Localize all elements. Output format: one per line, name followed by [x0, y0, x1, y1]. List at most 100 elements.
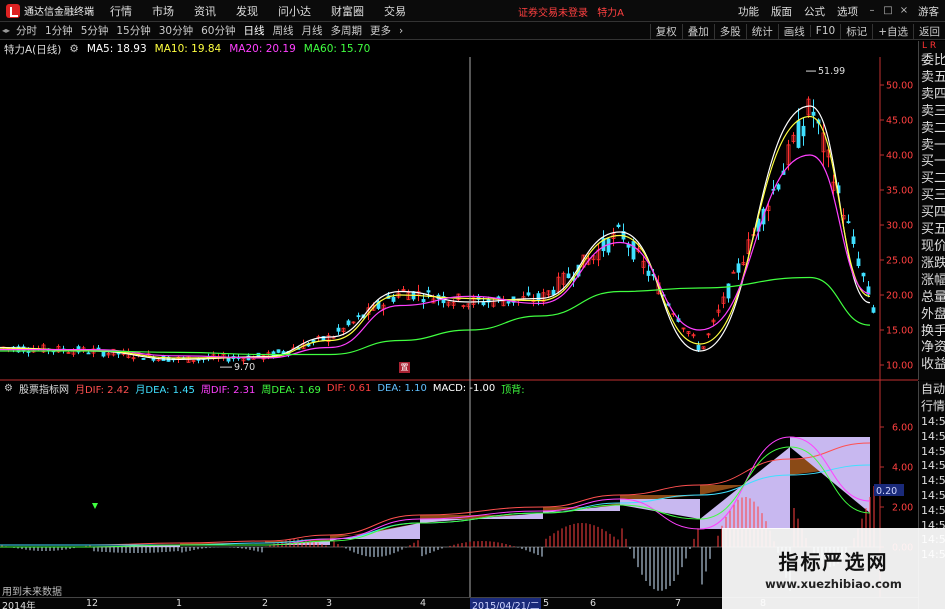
tf-daily[interactable]: 日线 [240, 23, 269, 38]
tick-time: 14:56 [921, 488, 945, 502]
minimize-icon[interactable]: – [864, 4, 880, 18]
side-quote-item[interactable]: 现价 [919, 239, 945, 256]
side-quote-item[interactable]: 卖四 [919, 87, 945, 104]
axis-label: 2014年 [2, 601, 36, 609]
tf-multi[interactable]: 多周期 [327, 23, 367, 38]
side-quote-item[interactable]: 外盘 [919, 307, 945, 324]
side-quote-item[interactable]: 买五 [919, 222, 945, 239]
tf-intraday[interactable]: 分时 [12, 23, 41, 38]
candle-body [696, 344, 701, 351]
login-notice[interactable]: 证券交易未登录 特力A [518, 4, 624, 19]
btn-mark[interactable]: 标记 [840, 23, 872, 39]
btn-f10[interactable]: F10 [809, 25, 840, 37]
candle-body [551, 289, 556, 295]
quote-label[interactable]: 行情 [919, 398, 945, 415]
candle-body [861, 272, 866, 277]
menubar: 通达信金融终端 行情 市场 资讯 发现 问小达 财富圈 交易 证券交易未登录 特… [0, 0, 945, 22]
ma5-label: MA5: 18.93 [86, 43, 147, 55]
close-icon[interactable]: × [896, 4, 912, 18]
candle-body [101, 351, 106, 357]
candle-body [526, 292, 531, 296]
tf-60min[interactable]: 60分钟 [197, 23, 239, 38]
auto-label[interactable]: 自动 [919, 381, 945, 398]
side-quote-item[interactable]: 净资 [919, 340, 945, 357]
menu-ask[interactable]: 问小达 [268, 3, 321, 19]
lr-toggle[interactable]: L R [919, 41, 945, 53]
btn-draw[interactable]: 画线 [777, 23, 810, 39]
candle-body [646, 270, 651, 276]
divergence-label: 顶背: [501, 384, 525, 396]
side-quote-item[interactable]: 买一 [919, 154, 945, 171]
candle-body [426, 290, 431, 293]
watermark-url: www.xuezhibiao.com [765, 577, 902, 591]
indicator-name[interactable]: 股票指标网 [19, 381, 69, 396]
candle-body [851, 236, 856, 244]
tf-15min[interactable]: 15分钟 [112, 23, 154, 38]
menu-discover[interactable]: 发现 [226, 3, 268, 19]
menu-function[interactable]: 功能 [732, 4, 765, 19]
side-quote-item[interactable]: 涨跌 [919, 256, 945, 273]
toolbar-arrows-icon[interactable]: ◂▸ [0, 26, 12, 35]
y-tick-label: 50.00 [886, 81, 913, 92]
side-quote-item[interactable]: 卖三 [919, 104, 945, 121]
app-title: 通达信金融终端 [24, 7, 94, 18]
btn-stats[interactable]: 统计 [745, 23, 778, 39]
side-quote-item[interactable]: 买四 [919, 205, 945, 222]
tick-time: 14:55 [921, 415, 945, 428]
tf-weekly[interactable]: 周线 [269, 23, 298, 38]
menu-quotes[interactable]: 行情 [100, 3, 142, 19]
y-tick-label: 10.00 [886, 361, 913, 372]
side-quote-item[interactable]: 涨幅 [919, 273, 945, 290]
y-tick-label: 15.00 [886, 326, 913, 337]
charts-area[interactable]: 50.00 45.00 40.00 35.00 30.00 25.00 20.00 15.00… [0, 41, 918, 597]
menu-trade[interactable]: 交易 [374, 3, 416, 19]
crosshair-date: 2015/04/21/二 [470, 598, 542, 609]
menu-options[interactable]: 选项 [831, 4, 864, 19]
tf-30min[interactable]: 30分钟 [155, 23, 197, 38]
side-quote-item[interactable]: 卖二 [919, 121, 945, 138]
maximize-icon[interactable]: □ [880, 4, 896, 18]
event-tag[interactable]: 置 [399, 362, 410, 373]
tick-time: 14:56 [921, 503, 945, 517]
side-quote-item[interactable]: 卖一 [919, 138, 945, 155]
side-quote-item[interactable]: 买二 [919, 171, 945, 188]
candle-body [856, 258, 861, 267]
side-quote-item[interactable]: 买三 [919, 188, 945, 205]
tf-5min[interactable]: 5分钟 [77, 23, 113, 38]
menu-formula[interactable]: 公式 [798, 4, 831, 19]
btn-adjust[interactable]: 复权 [649, 23, 682, 39]
side-quote-item[interactable]: 总量 [919, 290, 945, 307]
menu-wealth[interactable]: 财富圈 [321, 3, 374, 19]
axis-label: 1 [176, 598, 183, 609]
y-tick-label: 20.00 [886, 291, 913, 302]
side-quote-item[interactable]: 收益 [919, 357, 945, 374]
candle-body [616, 224, 621, 228]
user-guest[interactable]: 游客 [912, 4, 945, 19]
y-tick-label: 40.00 [886, 151, 913, 162]
tf-monthly[interactable]: 月线 [298, 23, 327, 38]
menu-news[interactable]: 资讯 [184, 3, 226, 19]
side-quote-item[interactable]: 卖五 [919, 70, 945, 87]
tick-time: 14:55 [921, 429, 945, 443]
btn-overlay[interactable]: 叠加 [681, 23, 714, 39]
btn-back[interactable]: 返回 [913, 23, 945, 39]
settings-gear-icon[interactable]: ⚙ [69, 43, 78, 55]
btn-add-watchlist[interactable]: +自选 [872, 23, 913, 39]
candle-body [496, 296, 501, 299]
btn-multi-stock[interactable]: 多股 [713, 23, 746, 39]
indicator-settings-icon[interactable]: ⚙ [4, 383, 13, 394]
y-tick-label: 45.00 [886, 116, 913, 127]
axis-label: 2 [262, 598, 269, 609]
watermark: 指标严选网 www.xuezhibiao.com [722, 528, 945, 609]
side-quote-item[interactable]: 换手 [919, 324, 945, 341]
tf-1min[interactable]: 1分钟 [41, 23, 77, 38]
y-tick-label: 30.00 [886, 221, 913, 232]
menu-market[interactable]: 市场 [142, 3, 184, 19]
ma10-line [0, 115, 871, 359]
more-chevron-icon[interactable]: › [395, 25, 407, 37]
tf-more[interactable]: 更多 [366, 23, 395, 38]
indicator-legend: ⚙ 股票指标网 月DIF: 2.42 月DEA: 1.45 周DIF: 2.31… [0, 381, 525, 396]
menu-layout[interactable]: 版面 [765, 4, 798, 19]
dea-label: DEA: 1.10 [377, 382, 427, 394]
side-quote-item[interactable]: 委比 [919, 53, 945, 70]
